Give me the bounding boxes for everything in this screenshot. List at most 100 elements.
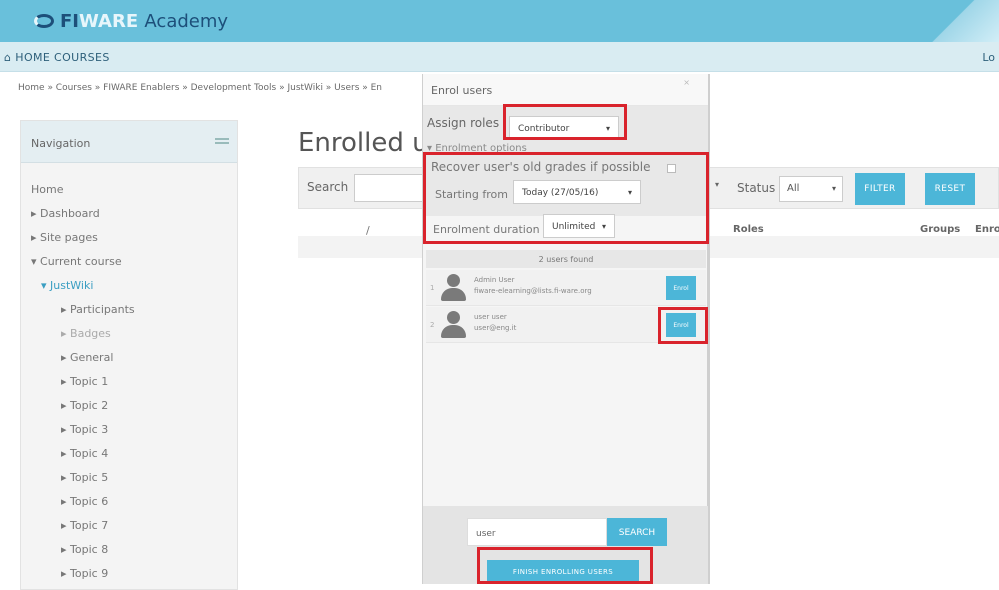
expand-icon: ▸: [61, 303, 71, 316]
dialog-title: Enrol users: [431, 84, 493, 97]
sidebar-item-topic-2[interactable]: ▸ Topic 2: [61, 399, 108, 412]
user-list-item: 1 Admin User fiware-elearning@lists.fi-w…: [426, 270, 706, 306]
user-avatar-icon: [440, 274, 466, 301]
user-name: user user: [474, 313, 507, 321]
main-navbar: ⌂ HOME COURSES Lo: [0, 42, 999, 72]
home-icon: ⌂: [4, 51, 16, 64]
sidebar-item-badges[interactable]: ▸ Badges: [61, 327, 111, 340]
sidebar-item-home[interactable]: Home: [31, 183, 63, 196]
chevron-down-icon: ▾: [715, 180, 720, 189]
sidebar-item-site-pages[interactable]: ▸ Site pages: [31, 231, 98, 244]
expand-icon: ▸: [61, 567, 71, 580]
chevron-down-icon: ▾: [831, 184, 836, 193]
column-sort-mark[interactable]: /: [366, 224, 370, 237]
sidebar-item-label: Dashboard: [40, 207, 100, 220]
user-email: fiware-elearning@lists.fi-ware.org: [474, 287, 592, 295]
sidebar-item-label: JustWiki: [50, 279, 94, 292]
sidebar-item-topic-5[interactable]: ▸ Topic 5: [61, 471, 108, 484]
sidebar-item-label: Topic 9: [70, 567, 109, 580]
sidebar-item-label: Topic 8: [70, 543, 109, 556]
block-menu-icon[interactable]: [215, 138, 229, 144]
fiware-logo-icon: [34, 14, 54, 28]
page-title: Enrolled u: [298, 128, 429, 158]
navigation-block: Navigation Home ▸ Dashboard ▸ Site pages…: [20, 120, 238, 590]
sidebar-item-topic-6[interactable]: ▸ Topic 6: [61, 495, 108, 508]
sidebar-item-topic-1[interactable]: ▸ Topic 1: [61, 375, 108, 388]
expand-icon: ▸: [61, 375, 71, 388]
breadcrumb[interactable]: Home » Courses » FIWARE Enablers » Devel…: [18, 83, 428, 93]
user-search-button[interactable]: SEARCH: [607, 518, 667, 546]
header-decoration: [929, 0, 999, 42]
expand-icon: ▸: [61, 399, 71, 412]
sidebar-item-label: Participants: [70, 303, 135, 316]
sidebar-item-general[interactable]: ▸ General: [61, 351, 113, 364]
column-header-enrolment[interactable]: Enro: [975, 224, 999, 235]
collapse-icon: ▸: [31, 207, 41, 220]
highlight-assign-roles: [503, 104, 627, 140]
assign-roles-label: Assign roles: [427, 116, 500, 130]
highlight-enrolment-options: [423, 152, 709, 244]
expand-icon: ▸: [61, 495, 71, 508]
sidebar-item-label: General: [70, 351, 114, 364]
expand-icon: ▸: [61, 327, 71, 340]
site-header: FIWARE Academy: [0, 0, 999, 42]
search-input[interactable]: [354, 174, 429, 202]
collapse-icon: ▾: [31, 255, 41, 268]
collapse-icon: ▾: [41, 279, 51, 292]
user-search-input[interactable]: user: [467, 518, 607, 546]
sidebar-item-participants[interactable]: ▸ Participants: [61, 303, 135, 316]
user-email: user@eng.it: [474, 324, 517, 332]
status-select[interactable]: All ▾: [779, 176, 843, 202]
sidebar-item-label: Home: [31, 183, 64, 196]
expand-icon: ▸: [61, 519, 71, 532]
user-name: Admin User: [474, 276, 515, 284]
expand-icon: ▸: [61, 471, 71, 484]
user-avatar-icon: [440, 311, 466, 338]
sidebar-item-dashboard[interactable]: ▸ Dashboard: [31, 207, 100, 220]
status-select-value: All: [787, 183, 800, 194]
filter-button[interactable]: FILTER: [855, 173, 905, 205]
navigation-block-header: Navigation: [21, 121, 237, 163]
nav-home[interactable]: ⌂ HOME: [4, 51, 50, 64]
sidebar-item-topic-4[interactable]: ▸ Topic 4: [61, 447, 108, 460]
expand-icon: ▸: [61, 543, 71, 556]
status-label: Status: [737, 181, 776, 195]
close-icon[interactable]: ×: [683, 78, 690, 87]
logo-text-ware: WARE: [79, 10, 139, 32]
sidebar-item-topic-8[interactable]: ▸ Topic 8: [61, 543, 108, 556]
enrol-user-button[interactable]: Enrol: [666, 276, 696, 300]
search-label: Search: [307, 180, 349, 194]
fiware-academy-logo[interactable]: FIWARE Academy: [34, 8, 228, 34]
sidebar-item-label: Topic 1: [70, 375, 109, 388]
expand-icon: ▸: [61, 447, 71, 460]
logo-text-fi: FI: [60, 10, 79, 32]
sidebar-item-label: Topic 7: [70, 519, 109, 532]
sidebar-item-label: Site pages: [40, 231, 98, 244]
sidebar-item-justwiki[interactable]: ▾ JustWiki: [41, 279, 93, 292]
expand-icon: ▸: [61, 351, 71, 364]
column-header-groups[interactable]: Groups: [920, 224, 960, 235]
sidebar-item-label: Current course: [40, 255, 122, 268]
dialog-header: Enrol users ×: [423, 74, 708, 106]
sidebar-item-label: Topic 3: [70, 423, 109, 436]
highlight-finish-button: [477, 547, 653, 584]
sidebar-item-topic-7[interactable]: ▸ Topic 7: [61, 519, 108, 532]
nav-courses[interactable]: COURSES: [54, 51, 110, 64]
column-header-roles[interactable]: Roles: [733, 224, 764, 235]
reset-button[interactable]: RESET: [925, 173, 975, 205]
users-found-count: 2 users found: [426, 250, 706, 268]
sidebar-item-topic-3[interactable]: ▸ Topic 3: [61, 423, 108, 436]
user-row-number: 2: [430, 321, 435, 329]
sidebar-item-label: Topic 2: [70, 399, 109, 412]
sidebar-item-topic-9[interactable]: ▸ Topic 9: [61, 567, 108, 580]
sidebar-item-label: Topic 6: [70, 495, 109, 508]
logo-text-academy: Academy: [144, 10, 229, 32]
highlight-enrol-button: [658, 307, 708, 344]
sidebar-item-current-course[interactable]: ▾ Current course: [31, 255, 122, 268]
expand-icon: ▸: [61, 423, 71, 436]
nav-home-label: HOME: [15, 51, 51, 64]
nav-login-link[interactable]: Lo: [982, 51, 995, 64]
sidebar-item-label: Topic 4: [70, 447, 109, 460]
sidebar-item-label: Topic 5: [70, 471, 109, 484]
expand-icon: ▸: [31, 231, 41, 244]
